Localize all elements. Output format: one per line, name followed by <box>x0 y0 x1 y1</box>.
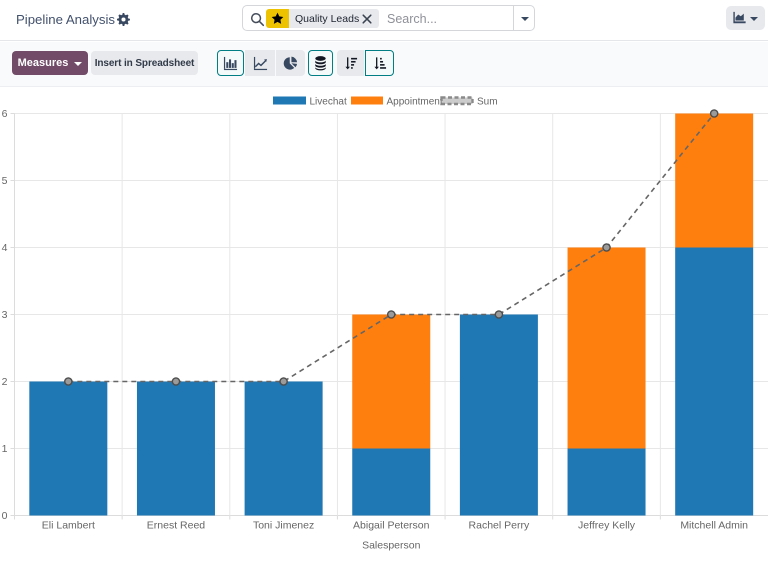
svg-text:Appointment: Appointment <box>387 97 443 108</box>
svg-text:Eli Lambert: Eli Lambert <box>42 520 95 532</box>
svg-text:Toni Jimenez: Toni Jimenez <box>253 520 314 532</box>
svg-text:Jeffrey Kelly: Jeffrey Kelly <box>578 520 636 532</box>
svg-text:Rachel Perry: Rachel Perry <box>469 520 530 532</box>
svg-text:5: 5 <box>2 175 8 187</box>
svg-text:Livechat: Livechat <box>310 97 347 108</box>
svg-text:Salesperson: Salesperson <box>362 540 421 552</box>
svg-text:Abigail Peterson: Abigail Peterson <box>353 520 430 532</box>
svg-text:0: 0 <box>2 510 8 522</box>
svg-text:4: 4 <box>2 242 8 254</box>
svg-text:2: 2 <box>2 376 8 388</box>
svg-text:Sum: Sum <box>477 97 498 108</box>
svg-text:Ernest Reed: Ernest Reed <box>147 520 206 532</box>
svg-text:1: 1 <box>2 443 8 455</box>
svg-text:3: 3 <box>2 309 8 321</box>
svg-text:6: 6 <box>2 108 8 120</box>
svg-text:Mitchell Admin: Mitchell Admin <box>680 520 748 532</box>
